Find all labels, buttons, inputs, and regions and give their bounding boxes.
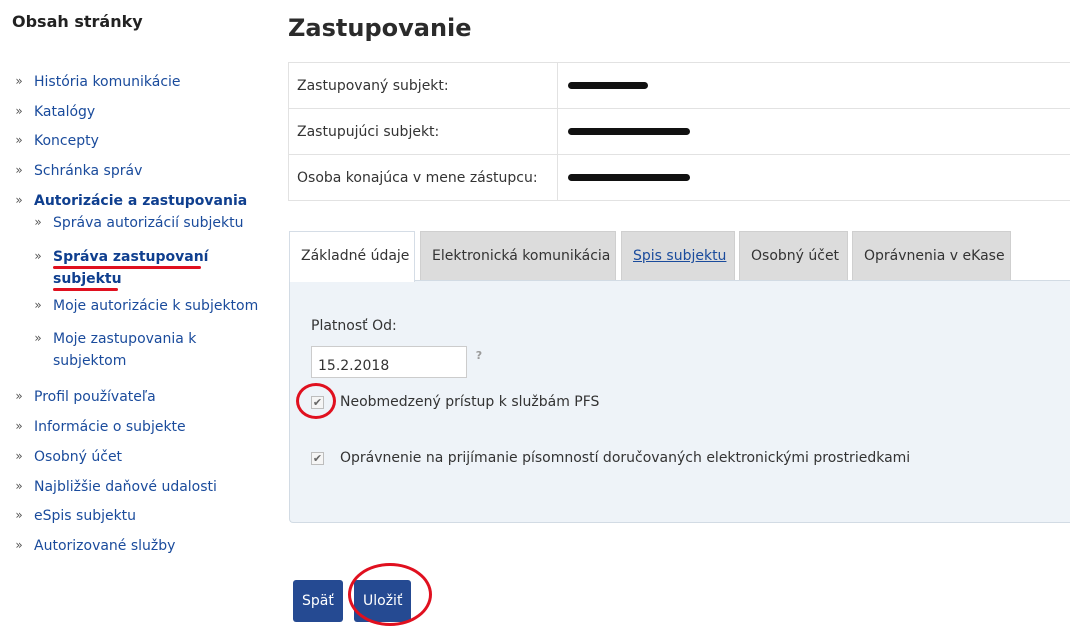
annotation-underline [53, 266, 201, 269]
double-chevron-right-icon: » [15, 449, 23, 463]
sidebar-item-label[interactable]: Autorizácie a zastupovania [34, 193, 247, 209]
sidebar-item-label[interactable]: eSpis subjektu [34, 508, 136, 524]
acting-person-label: Osoba konajúca v mene zástupcu: [288, 154, 558, 201]
represented-subject-value [557, 62, 1070, 109]
redacted-value [568, 128, 690, 135]
double-chevron-right-icon: » [15, 508, 23, 522]
sidebar-item-label[interactable]: Autorizované služby [34, 538, 175, 554]
representing-subject-value [557, 108, 1070, 155]
sidebar-item-label-line1[interactable]: Moje zastupovania k [53, 331, 196, 347]
table-row: Osoba konajúca v mene zástupcu: [288, 154, 1070, 201]
sidebar-item-label-line2[interactable]: subjektu [53, 271, 122, 287]
back-button[interactable]: Späť [293, 580, 343, 622]
sidebar-item-drafts[interactable]: » Koncepty [15, 130, 99, 152]
sidebar-item-label-line1[interactable]: Správa zastupovaní [53, 249, 208, 265]
sidebar-item-subject-info[interactable]: » Informácie o subjekte [15, 416, 186, 438]
sidebar-item-label[interactable]: Informácie o subjekte [34, 419, 186, 435]
double-chevron-right-icon: » [34, 215, 42, 229]
sidebar-item-label[interactable]: Správa autorizácií subjektu [53, 215, 243, 231]
redacted-value [568, 82, 648, 89]
tab-electronic-communication[interactable]: Elektronická komunikácia [420, 231, 616, 281]
annotation-underline [53, 288, 118, 291]
unrestricted-access-checkbox[interactable]: ✔ [311, 396, 324, 409]
double-chevron-right-icon: » [34, 331, 42, 345]
sidebar-item-tax-events[interactable]: » Najbližšie daňové udalosti [15, 476, 217, 498]
double-chevron-down-icon: » [15, 193, 23, 207]
double-chevron-right-icon: » [34, 298, 42, 312]
double-chevron-down-icon: » [34, 249, 42, 263]
sidebar-item-label[interactable]: Moje autorizácie k subjektom [53, 298, 258, 314]
table-row: Zastupovaný subjekt: [288, 62, 1070, 109]
tab-basic-info[interactable]: Základné údaje [289, 231, 415, 282]
double-chevron-right-icon: » [15, 479, 23, 493]
sidebar-item-label-line2[interactable]: subjektom [53, 353, 126, 369]
represented-subject-label: Zastupovaný subjekt: [288, 62, 558, 109]
sidebar-item-label[interactable]: História komunikácie [34, 74, 181, 90]
page-title: Zastupovanie [288, 14, 472, 42]
sidebar-item-label[interactable]: Osobný účet [34, 449, 122, 465]
tab-subject-file[interactable]: Spis subjektu [621, 231, 735, 281]
sidebar-item-label[interactable]: Schránka správ [34, 163, 142, 179]
redacted-value [568, 174, 690, 181]
sidebar-item-label[interactable]: Koncepty [34, 133, 99, 149]
save-button[interactable]: Uložiť [354, 580, 412, 622]
sidebar-item-personal-account[interactable]: » Osobný účet [15, 446, 122, 468]
sidebar-item-authorizations[interactable]: » Autorizácie a zastupovania [15, 190, 247, 212]
unrestricted-access-label: Neobmedzený prístup k službám PFS [340, 394, 600, 410]
sidebar-subitem-manage-authorizations[interactable]: » Správa autorizácií subjektu [34, 212, 243, 234]
sidebar-item-label[interactable]: Najbližšie daňové udalosti [34, 479, 217, 495]
acting-person-value [557, 154, 1070, 201]
tab-personal-account[interactable]: Osobný účet [739, 231, 848, 281]
representing-subject-label: Zastupujúci subjekt: [288, 108, 558, 155]
sidebar-item-history[interactable]: » História komunikácie [15, 71, 181, 93]
sidebar-title: Obsah stránky [12, 12, 143, 31]
table-row: Zastupujúci subjekt: [288, 108, 1070, 155]
validity-from-input[interactable] [311, 346, 467, 378]
sidebar-item-authorized-services[interactable]: » Autorizované služby [15, 535, 175, 557]
representation-info-table: Zastupovaný subjekt: Zastupujúci subjekt… [288, 62, 1070, 201]
double-chevron-right-icon: » [15, 419, 23, 433]
receive-documents-checkbox[interactable]: ✔ [311, 452, 324, 465]
sidebar-item-message-box[interactable]: » Schránka správ [15, 160, 142, 182]
sidebar-item-user-profile[interactable]: » Profil používateľa [15, 386, 156, 408]
tab-ekasa-permissions[interactable]: Oprávnenia v eKase [852, 231, 1011, 281]
sidebar-item-espis[interactable]: » eSpis subjektu [15, 505, 136, 527]
double-chevron-right-icon: » [15, 133, 23, 147]
double-chevron-right-icon: » [15, 538, 23, 552]
double-chevron-right-icon: » [15, 104, 23, 118]
sidebar-subitem-my-representations[interactable]: » Moje zastupovania k subjektom [34, 328, 196, 372]
question-icon[interactable]: ? [470, 347, 488, 365]
receive-documents-label: Oprávnenie na prijímanie písomností doru… [340, 450, 911, 466]
double-chevron-right-icon: » [15, 163, 23, 177]
sidebar-item-label[interactable]: Profil používateľa [34, 389, 156, 405]
sidebar-item-catalogs[interactable]: » Katalógy [15, 101, 95, 123]
double-chevron-right-icon: » [15, 74, 23, 88]
sidebar-subitem-my-authorizations[interactable]: » Moje autorizácie k subjektom [34, 295, 258, 317]
validity-from-label: Platnosť Od: [311, 318, 397, 334]
sidebar-item-label[interactable]: Katalógy [34, 104, 95, 120]
double-chevron-right-icon: » [15, 389, 23, 403]
